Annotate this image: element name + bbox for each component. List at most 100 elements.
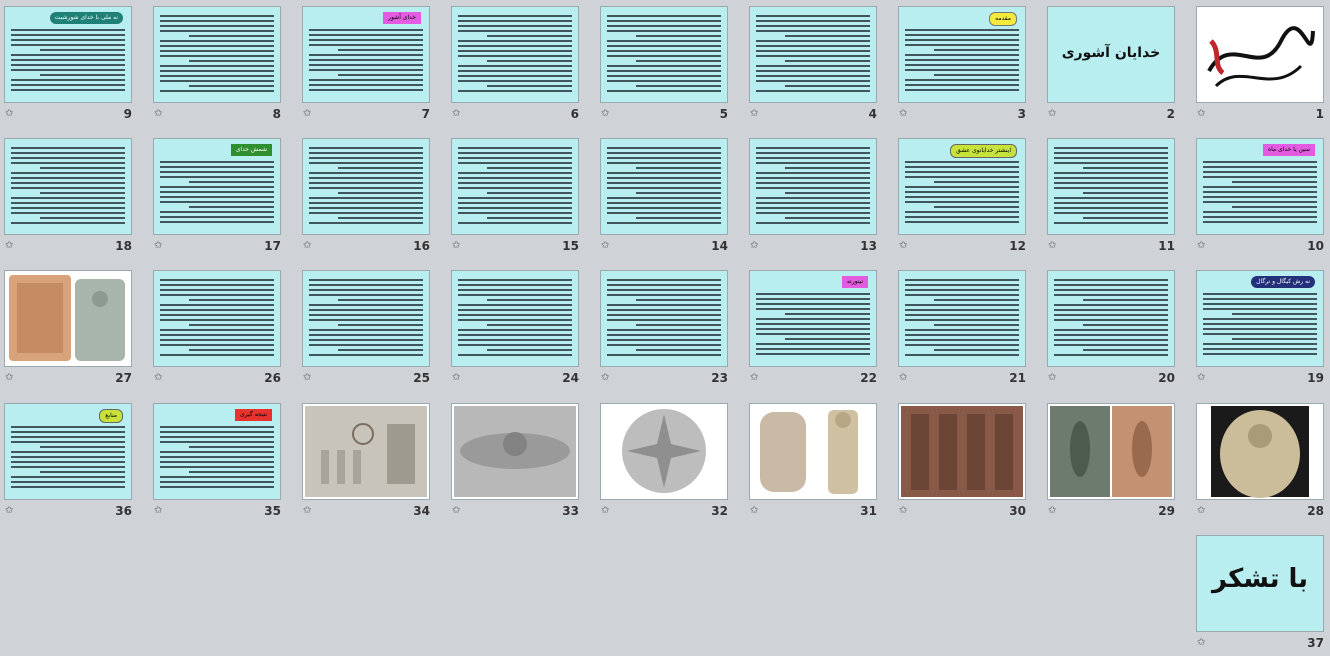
text-line [756, 15, 870, 17]
slide-thumbnail[interactable] [749, 403, 877, 500]
text-line [11, 64, 125, 66]
transition-star-icon[interactable]: ✩ [303, 108, 311, 119]
slide-thumbnail[interactable] [1196, 6, 1324, 103]
text-line [1203, 293, 1317, 295]
slide-thumbnail[interactable] [451, 270, 579, 367]
transition-star-icon[interactable]: ✩ [154, 108, 162, 119]
slide-thumbnail[interactable] [1047, 270, 1175, 367]
slide-thumbnail[interactable] [898, 403, 1026, 500]
transition-star-icon[interactable]: ✩ [452, 108, 460, 119]
transition-star-icon[interactable]: ✩ [303, 505, 311, 516]
transition-star-icon[interactable]: ✩ [750, 372, 758, 383]
transition-star-icon[interactable]: ✩ [601, 240, 609, 251]
transition-star-icon[interactable]: ✩ [5, 372, 13, 383]
transition-star-icon[interactable]: ✩ [750, 108, 758, 119]
transition-star-icon[interactable]: ✩ [1197, 372, 1205, 383]
slide-thumbnail[interactable] [451, 138, 579, 235]
slide-thumbnail[interactable]: خدایان آشوری [1047, 6, 1175, 103]
transition-star-icon[interactable]: ✩ [5, 505, 13, 516]
text-line [458, 152, 572, 154]
transition-star-icon[interactable]: ✩ [1197, 108, 1205, 119]
slide-thumbnail[interactable] [302, 138, 430, 235]
transition-star-icon[interactable]: ✩ [899, 108, 907, 119]
slide-thumbnail[interactable]: شمش خدای [153, 138, 281, 235]
slide-text-body [11, 147, 125, 228]
slide-thumbnail[interactable]: نینورته [749, 270, 877, 367]
transition-star-icon[interactable]: ✩ [303, 372, 311, 383]
text-line [458, 279, 572, 281]
transition-star-icon[interactable]: ✩ [452, 505, 460, 516]
slide-thumbnail[interactable] [600, 6, 728, 103]
transition-star-icon[interactable]: ✩ [1197, 637, 1205, 648]
slide-thumbnail[interactable] [1196, 403, 1324, 500]
slide-thumbnail[interactable] [302, 403, 430, 500]
slide-thumbnail[interactable] [451, 403, 579, 500]
text-line [458, 187, 572, 189]
slide-thumbnail[interactable] [4, 138, 132, 235]
slide-thumbnail[interactable] [302, 270, 430, 367]
transition-star-icon[interactable]: ✩ [899, 372, 907, 383]
text-line [1054, 289, 1168, 291]
transition-star-icon[interactable]: ✩ [601, 372, 609, 383]
transition-star-icon[interactable]: ✩ [154, 240, 162, 251]
text-line [458, 20, 572, 22]
slide-thumbnail[interactable] [600, 138, 728, 235]
transition-star-icon[interactable]: ✩ [1048, 240, 1056, 251]
text-line [337, 49, 423, 51]
text-line [11, 34, 125, 36]
slide-thumbnail[interactable]: با تشکر [1196, 535, 1324, 632]
transition-star-icon[interactable]: ✩ [1048, 372, 1056, 383]
slide-thumbnail[interactable] [153, 6, 281, 103]
transition-star-icon[interactable]: ✩ [1048, 505, 1056, 516]
transition-star-icon[interactable]: ✩ [1197, 505, 1205, 516]
text-line [309, 314, 423, 316]
transition-star-icon[interactable]: ✩ [899, 240, 907, 251]
slide-thumbnail[interactable]: خدای آشور [302, 6, 430, 103]
transition-star-icon[interactable]: ✩ [154, 505, 162, 516]
transition-star-icon[interactable]: ✩ [154, 372, 162, 383]
transition-star-icon[interactable]: ✩ [601, 108, 609, 119]
slide-thumbnail[interactable]: اینشتر خدابانوی عشق [898, 138, 1026, 235]
transition-star-icon[interactable]: ✩ [5, 240, 13, 251]
text-line [11, 29, 125, 31]
slide-thumbnail[interactable] [749, 138, 877, 235]
stele-relief-icon [9, 275, 125, 361]
transition-star-icon[interactable]: ✩ [750, 505, 758, 516]
slide-number: 27 [115, 371, 132, 385]
slide-thumbnail[interactable] [153, 270, 281, 367]
slide-thumbnail[interactable]: سین یا خدای ماه [1196, 138, 1324, 235]
transition-star-icon[interactable]: ✩ [899, 505, 907, 516]
slide-thumbnail[interactable] [1047, 138, 1175, 235]
slide-thumbnail[interactable] [4, 270, 132, 367]
transition-star-icon[interactable]: ✩ [303, 240, 311, 251]
text-line [458, 212, 572, 214]
transition-star-icon[interactable]: ✩ [1197, 240, 1205, 251]
slide-thumbnail[interactable]: نه ملی با خدای شورشیت [4, 6, 132, 103]
transition-star-icon[interactable]: ✩ [452, 240, 460, 251]
text-line [309, 172, 423, 174]
slide-number: 30 [1009, 504, 1026, 518]
slide-thumbnail[interactable] [600, 403, 728, 500]
text-line [309, 162, 423, 164]
slide-thumbnail[interactable] [451, 6, 579, 103]
text-line [309, 39, 423, 41]
text-line [458, 15, 572, 17]
slide-heading-badge: نتیجه گیری [235, 409, 272, 421]
slide-thumbnail[interactable] [898, 270, 1026, 367]
slide-number: 16 [413, 239, 430, 253]
text-line [11, 177, 125, 179]
slide-thumbnail[interactable] [1047, 403, 1175, 500]
transition-star-icon[interactable]: ✩ [750, 240, 758, 251]
slide-thumbnail[interactable] [749, 6, 877, 103]
transition-star-icon[interactable]: ✩ [1048, 108, 1056, 119]
slide-thumbnail[interactable]: منابع [4, 403, 132, 500]
transition-star-icon[interactable]: ✩ [601, 505, 609, 516]
text-line [607, 212, 721, 214]
text-line [458, 40, 572, 42]
slide-thumbnail[interactable] [600, 270, 728, 367]
transition-star-icon[interactable]: ✩ [5, 108, 13, 119]
slide-thumbnail[interactable]: نتیجه گیری [153, 403, 281, 500]
slide-thumbnail[interactable]: نه رش کیگال و نرگال [1196, 270, 1324, 367]
transition-star-icon[interactable]: ✩ [452, 372, 460, 383]
slide-thumbnail[interactable]: مقدمه [898, 6, 1026, 103]
